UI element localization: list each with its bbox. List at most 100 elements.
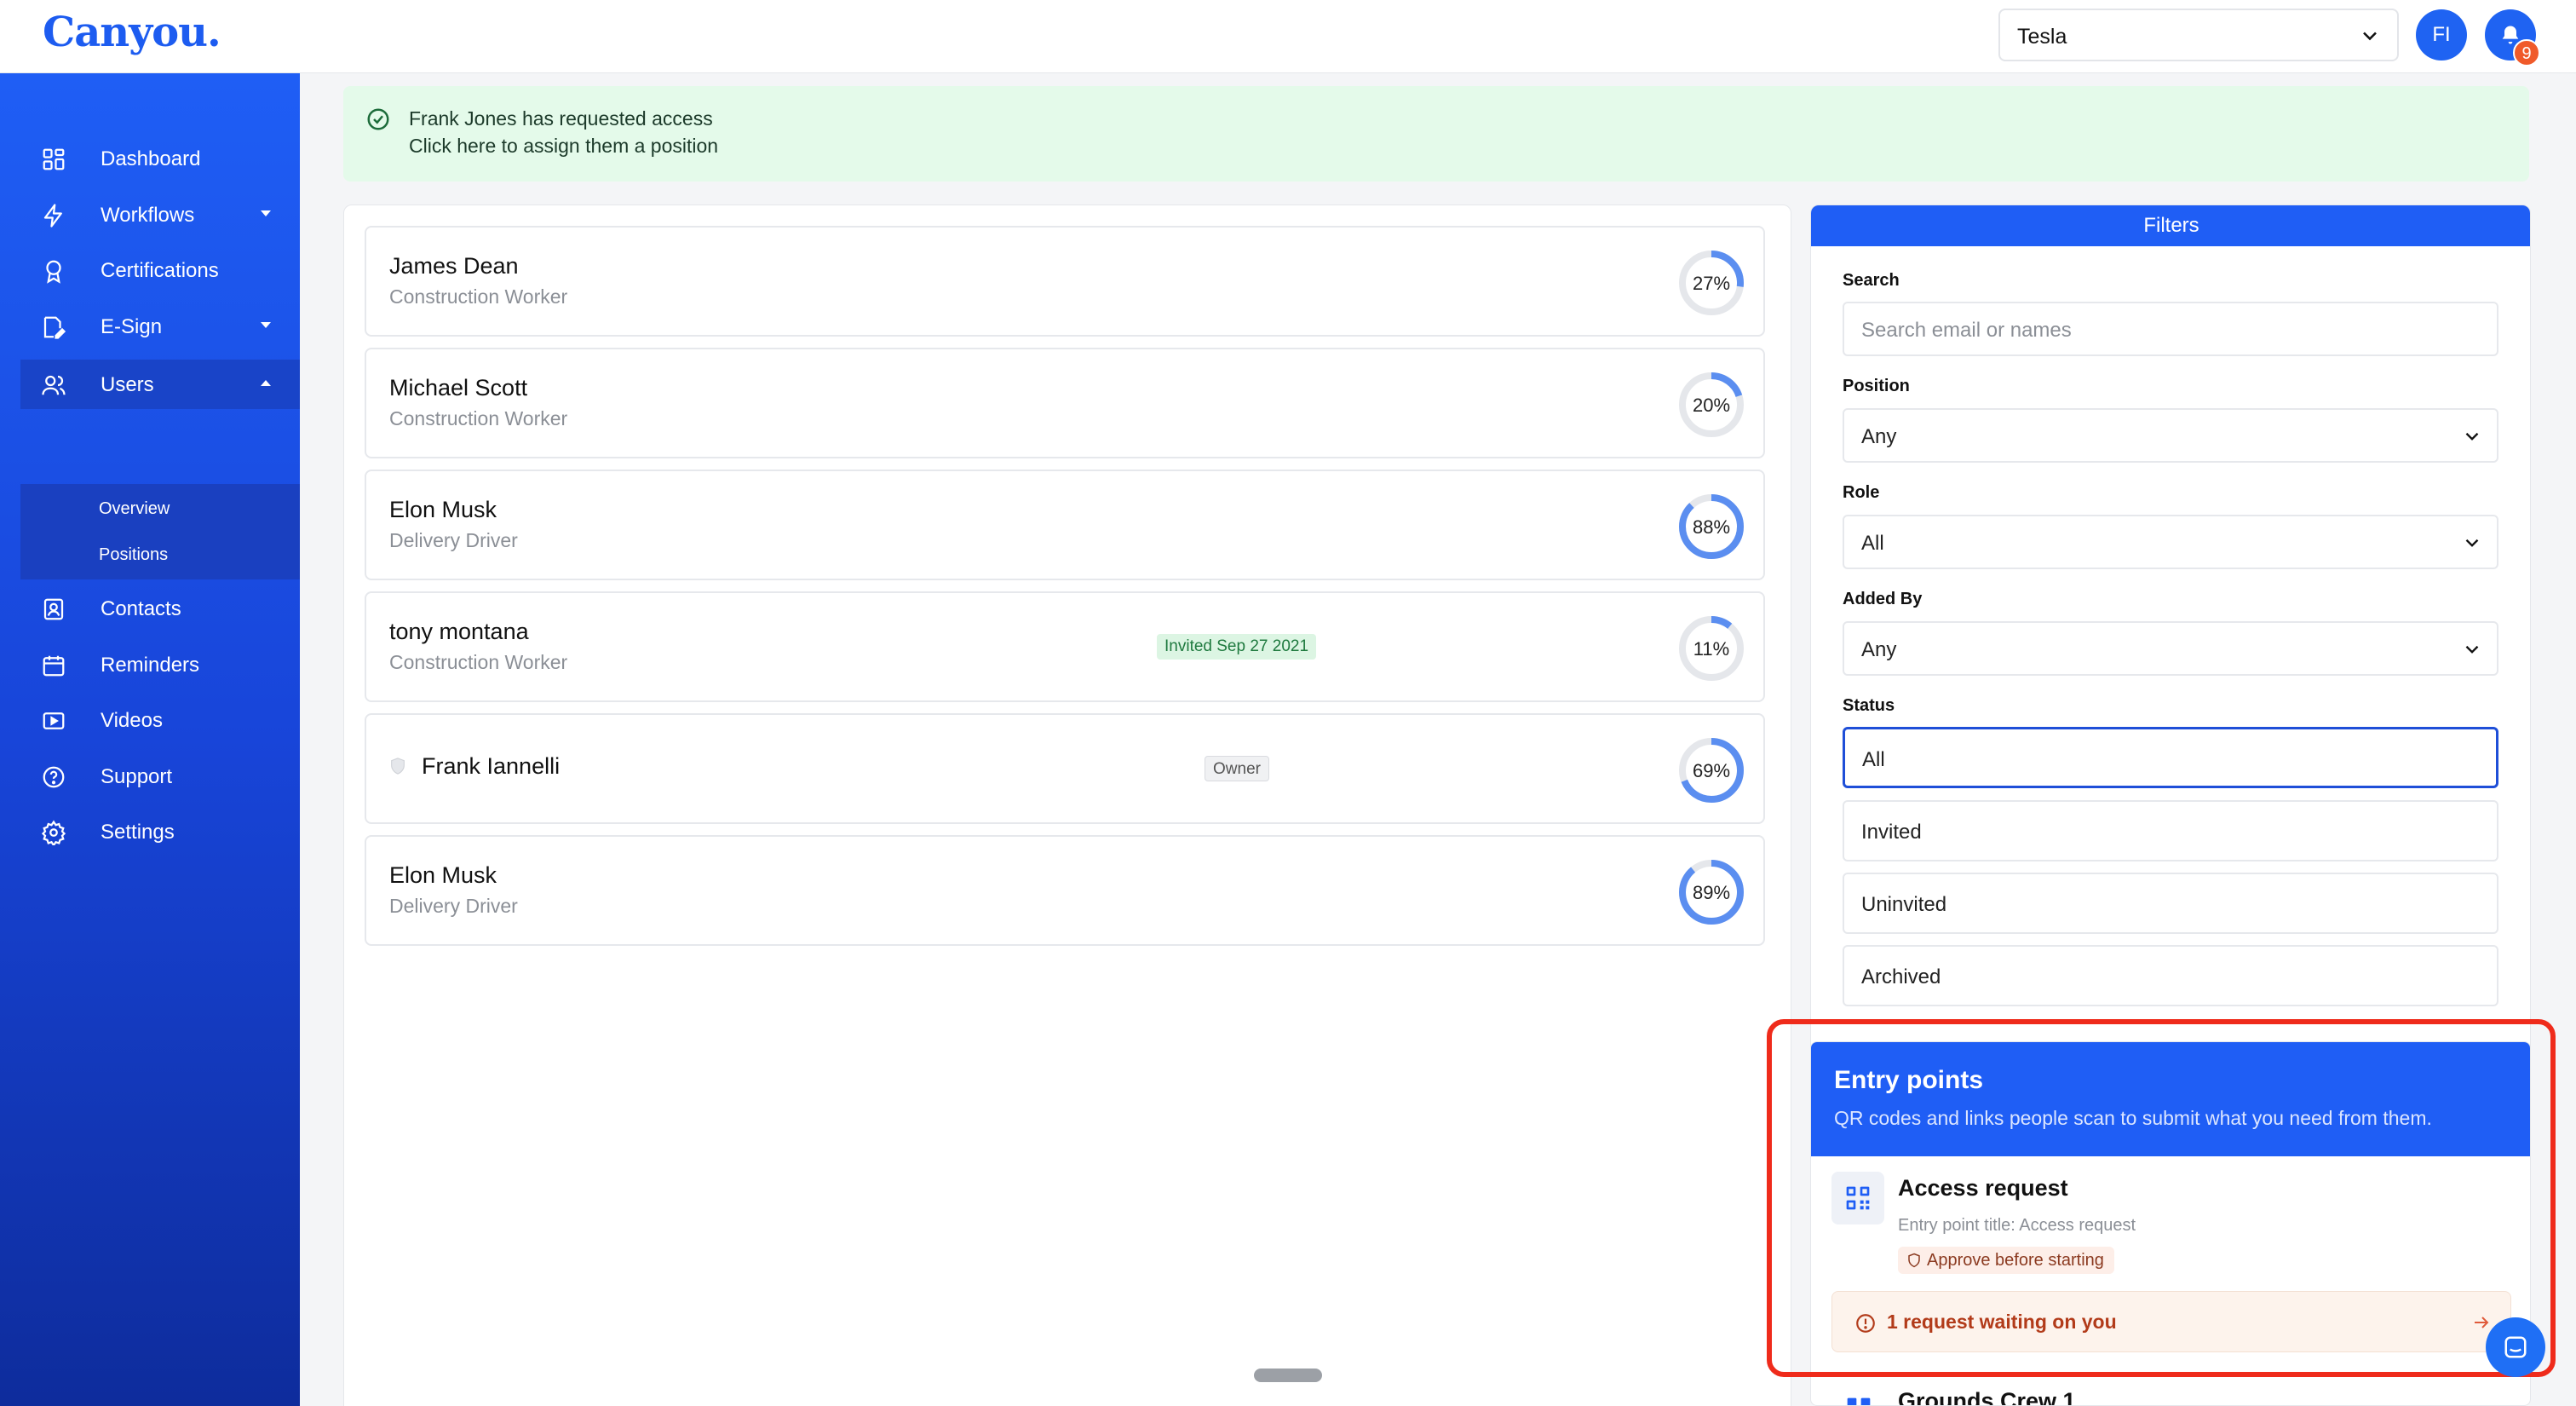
calendar-icon bbox=[43, 655, 65, 677]
progress-ring: 11% bbox=[1679, 616, 1744, 681]
sidebar-item-label: E-Sign bbox=[101, 315, 163, 338]
caret-up-icon bbox=[261, 380, 271, 386]
users-icon bbox=[42, 375, 66, 395]
role-label: Role bbox=[1843, 483, 1880, 502]
progress-ring-label: 11% bbox=[1693, 638, 1729, 660]
added-by-select[interactable]: Any bbox=[1843, 621, 2498, 676]
progress-ring-label: 27% bbox=[1693, 273, 1730, 294]
sidebar-item-label: Videos bbox=[101, 709, 163, 732]
sidebar: Dashboard Workflows Certifications E-Sig… bbox=[0, 73, 300, 1406]
user-name: Frank Iannelli bbox=[422, 753, 561, 779]
organization-select[interactable]: Tesla bbox=[1998, 9, 2399, 61]
sidebar-item-users[interactable]: Users bbox=[20, 360, 300, 409]
role-select[interactable]: All bbox=[1843, 515, 2498, 569]
role-select-value: All bbox=[1861, 532, 1884, 555]
sidebar-item-label: Reminders bbox=[101, 654, 200, 677]
progress-ring-label: 88% bbox=[1693, 516, 1730, 538]
progress-ring-label: 69% bbox=[1693, 760, 1730, 781]
user-name: Elon Musk bbox=[389, 862, 497, 888]
sidebar-item-certifications[interactable]: Certifications bbox=[0, 245, 300, 295]
grid-icon bbox=[43, 148, 65, 170]
caret-down-icon bbox=[261, 210, 271, 216]
added-by-label: Added By bbox=[1843, 590, 1923, 608]
sidebar-item-workflows[interactable]: Workflows bbox=[0, 190, 300, 239]
sidebar-item-label: Certifications bbox=[101, 259, 219, 282]
user-position: Construction Worker bbox=[389, 407, 568, 429]
status-option-uninvited[interactable]: Uninvited bbox=[1843, 873, 2498, 934]
user-card[interactable]: Michael Scott Construction Worker 20% bbox=[365, 348, 1765, 458]
users-subnav: Overview Positions bbox=[20, 484, 300, 579]
status-option-label: Uninvited bbox=[1861, 893, 1947, 916]
subnav-item-overview[interactable]: Overview bbox=[99, 499, 170, 519]
chevron-down-icon bbox=[2363, 32, 2377, 41]
scroll-handle[interactable] bbox=[1254, 1369, 1322, 1382]
search-label: Search bbox=[1843, 271, 1900, 290]
user-position: Delivery Driver bbox=[389, 895, 518, 917]
chevron-down-icon bbox=[2465, 432, 2479, 441]
progress-ring: 27% bbox=[1679, 251, 1744, 315]
chat-icon bbox=[2504, 1336, 2527, 1358]
status-option-archived[interactable]: Archived bbox=[1843, 945, 2498, 1006]
caret-down-icon bbox=[261, 322, 271, 328]
sidebar-item-label: Users bbox=[101, 373, 154, 396]
sidebar-item-label: Workflows bbox=[101, 204, 195, 227]
user-card[interactable]: James Dean Construction Worker 27% bbox=[365, 226, 1765, 337]
user-card[interactable]: Elon Musk Delivery Driver 88% bbox=[365, 470, 1765, 580]
status-option-label: All bbox=[1862, 748, 1885, 771]
chevron-down-icon bbox=[2465, 645, 2479, 654]
sidebar-item-reminders[interactable]: Reminders bbox=[0, 640, 300, 689]
sidebar-item-support[interactable]: Support bbox=[0, 752, 300, 801]
user-position: Construction Worker bbox=[389, 285, 568, 308]
sign-icon bbox=[43, 316, 66, 339]
gear-icon bbox=[41, 820, 66, 845]
search-input[interactable]: Search email or names bbox=[1843, 302, 2498, 356]
filters-header: Filters bbox=[1811, 205, 2530, 246]
user-name: Elon Musk bbox=[389, 497, 497, 522]
lightning-icon bbox=[43, 204, 62, 228]
status-option-all[interactable]: All bbox=[1843, 727, 2498, 788]
sidebar-item-videos[interactable]: Videos bbox=[0, 695, 300, 745]
top-bar: Canyou. Tesla FI 9 bbox=[0, 0, 2576, 73]
status-option-invited[interactable]: Invited bbox=[1843, 800, 2498, 861]
progress-ring-label: 20% bbox=[1693, 395, 1730, 416]
user-card[interactable]: tony montana Construction Worker Invited… bbox=[365, 591, 1765, 702]
position-label: Position bbox=[1843, 377, 1910, 395]
award-icon bbox=[46, 260, 61, 284]
sidebar-item-label: Support bbox=[101, 765, 173, 788]
chat-launcher-button[interactable] bbox=[2486, 1317, 2545, 1377]
status-label: Status bbox=[1843, 696, 1895, 715]
sidebar-item-settings[interactable]: Settings bbox=[0, 807, 300, 856]
position-select-value: Any bbox=[1861, 425, 1897, 448]
access-request-banner[interactable]: Frank Jones has requested access Click h… bbox=[343, 86, 2529, 182]
user-name: Michael Scott bbox=[389, 375, 528, 400]
progress-ring: 69% bbox=[1679, 738, 1744, 803]
help-icon bbox=[43, 766, 65, 788]
owner-badge: Owner bbox=[1205, 756, 1269, 781]
progress-ring: 88% bbox=[1679, 494, 1744, 559]
search-placeholder: Search email or names bbox=[1861, 319, 2072, 342]
position-select[interactable]: Any bbox=[1843, 408, 2498, 463]
sidebar-item-label: Dashboard bbox=[101, 147, 201, 170]
banner-subtitle: Click here to assign them a position bbox=[409, 135, 719, 157]
chevron-down-icon bbox=[2465, 539, 2479, 547]
user-card[interactable]: Frank Iannelli Owner 69% bbox=[365, 713, 1765, 824]
status-option-label: Archived bbox=[1861, 965, 1941, 988]
video-icon bbox=[43, 712, 65, 729]
contact-icon bbox=[43, 598, 64, 620]
sidebar-item-label: Settings bbox=[101, 821, 175, 844]
subnav-item-positions[interactable]: Positions bbox=[99, 545, 168, 565]
entry-point-title[interactable]: Grounds Crew 1 bbox=[1898, 1388, 2076, 1405]
invited-badge: Invited Sep 27 2021 bbox=[1157, 634, 1317, 660]
organization-select-value: Tesla bbox=[2017, 25, 2067, 49]
app-logo[interactable]: Canyou. bbox=[43, 9, 221, 56]
progress-ring-label: 89% bbox=[1693, 882, 1730, 903]
sidebar-item-label: Contacts bbox=[101, 597, 181, 620]
user-avatar[interactable]: FI bbox=[2416, 9, 2467, 61]
user-card[interactable]: Elon Musk Delivery Driver 89% bbox=[365, 835, 1765, 946]
sidebar-item-contacts[interactable]: Contacts bbox=[0, 584, 300, 633]
sidebar-item-esign[interactable]: E-Sign bbox=[0, 302, 300, 351]
status-option-label: Invited bbox=[1861, 821, 1922, 844]
sidebar-item-dashboard[interactable]: Dashboard bbox=[0, 134, 300, 183]
user-name: tony montana bbox=[389, 619, 529, 644]
progress-ring: 20% bbox=[1679, 372, 1744, 437]
